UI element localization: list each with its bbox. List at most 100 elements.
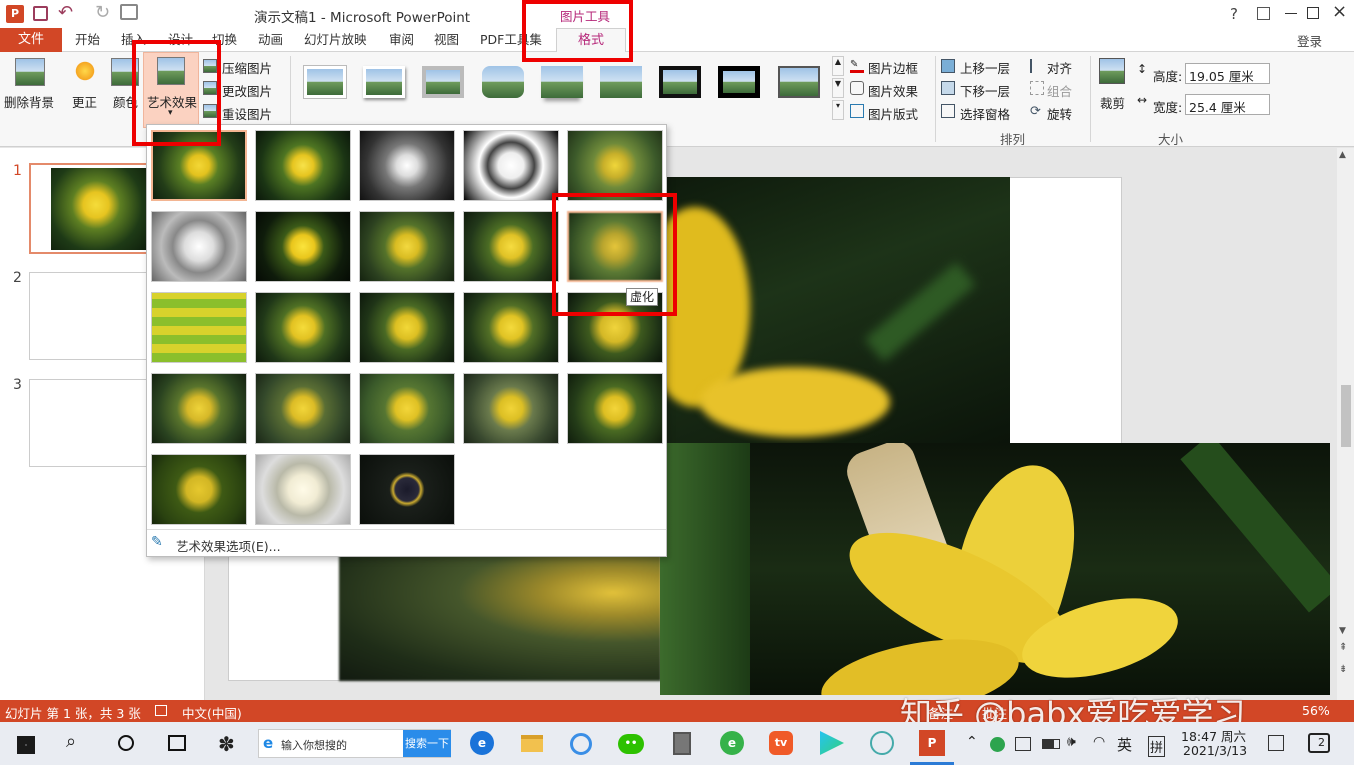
artistic-effect-option[interactable] bbox=[151, 292, 247, 363]
artistic-effect-option[interactable] bbox=[359, 130, 455, 201]
picture-style-5[interactable] bbox=[541, 66, 583, 98]
styles-more-icon[interactable]: ▾ bbox=[832, 100, 844, 120]
scroll-down-icon[interactable]: ▼ bbox=[1339, 626, 1346, 636]
crop-button[interactable]: 裁剪 bbox=[1100, 93, 1125, 112]
tray-app-icon[interactable] bbox=[990, 737, 1005, 752]
tab-view[interactable]: 视图 bbox=[434, 30, 459, 50]
tab-slideshow[interactable]: 幻灯片放映 bbox=[304, 30, 367, 50]
picture-style-3[interactable] bbox=[422, 66, 464, 98]
redo-icon[interactable]: ↻ bbox=[95, 2, 110, 23]
windows-start-icon[interactable] bbox=[17, 736, 35, 754]
network-app-icon[interactable] bbox=[870, 731, 894, 755]
clock-date[interactable]: 2021/3/13 bbox=[1183, 743, 1247, 758]
group-button[interactable]: 组合 bbox=[1047, 81, 1072, 100]
align-button[interactable]: 对齐 bbox=[1047, 58, 1072, 77]
artistic-effect-option[interactable] bbox=[151, 211, 247, 282]
artistic-effect-option[interactable] bbox=[359, 373, 455, 444]
signin-link[interactable]: 登录 bbox=[1297, 31, 1322, 50]
battery-icon[interactable] bbox=[1042, 739, 1060, 749]
tab-file[interactable]: 文件 bbox=[0, 28, 62, 52]
remove-background-button[interactable]: 删除背景 bbox=[4, 92, 54, 111]
cortana-icon[interactable] bbox=[118, 735, 134, 751]
width-input[interactable]: 25.4 厘米 bbox=[1185, 94, 1270, 115]
previous-slide-icon[interactable]: ⇞ bbox=[1339, 642, 1347, 653]
artistic-effect-option[interactable] bbox=[463, 292, 559, 363]
picture-style-7[interactable] bbox=[659, 66, 701, 98]
slide-thumbnail-1[interactable] bbox=[29, 163, 153, 254]
tray-chevron-up-icon[interactable]: ⌃ bbox=[966, 734, 978, 750]
task-view-icon[interactable] bbox=[168, 735, 186, 751]
slide-thumbnail-3[interactable] bbox=[29, 379, 153, 467]
reset-picture-button[interactable]: 重设图片 bbox=[222, 104, 272, 123]
undo-icon[interactable]: ↶ bbox=[58, 2, 73, 23]
slide-thumbnail-2[interactable] bbox=[29, 272, 153, 360]
corrections-button[interactable]: 更正 bbox=[72, 92, 97, 111]
tab-animations[interactable]: 动画 bbox=[258, 30, 283, 50]
send-backward-button[interactable]: 下移一层 bbox=[960, 81, 1010, 100]
edge-icon[interactable]: e bbox=[470, 731, 494, 755]
wifi-icon[interactable]: ◠ bbox=[1093, 734, 1105, 750]
artistic-effect-option[interactable] bbox=[359, 211, 455, 282]
help-button[interactable]: ? bbox=[1230, 5, 1238, 23]
artistic-effect-option[interactable] bbox=[151, 373, 247, 444]
browser-search-box[interactable]: e 输入你想搜的 搜索一下 bbox=[258, 729, 451, 758]
artistic-effect-option[interactable] bbox=[567, 130, 663, 201]
ime-language-indicator[interactable]: 英 bbox=[1117, 734, 1132, 755]
compress-pictures-button[interactable]: 压缩图片 bbox=[222, 58, 272, 77]
language-indicator[interactable]: 中文(中国) bbox=[182, 703, 242, 722]
artistic-effect-option[interactable] bbox=[255, 292, 351, 363]
artistic-effect-option[interactable] bbox=[463, 211, 559, 282]
file-explorer-icon[interactable] bbox=[521, 735, 543, 752]
browser-green-icon[interactable]: e bbox=[720, 731, 744, 755]
picture-style-8[interactable] bbox=[718, 66, 760, 98]
ime-pinyin-indicator[interactable]: 拼 bbox=[1148, 736, 1166, 757]
blurred-photo-top[interactable] bbox=[660, 177, 1010, 443]
scroll-up-icon[interactable]: ▲ bbox=[1339, 150, 1346, 160]
styles-scroll-up-icon[interactable]: ▲ bbox=[832, 56, 844, 76]
volume-icon[interactable]: 🕪 bbox=[1067, 734, 1076, 750]
next-slide-icon[interactable]: ⇟ bbox=[1339, 664, 1347, 675]
artistic-effect-option[interactable] bbox=[255, 454, 351, 525]
picture-style-6[interactable] bbox=[600, 66, 642, 98]
selection-pane-button[interactable]: 选择窗格 bbox=[960, 104, 1010, 123]
scroll-thumb[interactable] bbox=[1341, 385, 1351, 447]
tray-notes-icon[interactable] bbox=[1268, 735, 1284, 751]
search-input[interactable]: 输入你想搜的 bbox=[281, 737, 347, 753]
artistic-effect-option[interactable] bbox=[567, 373, 663, 444]
artistic-effect-option[interactable] bbox=[151, 454, 247, 525]
spellcheck-icon[interactable] bbox=[155, 705, 167, 716]
picture-layout-button[interactable]: 图片版式 bbox=[868, 104, 918, 123]
picture-effects-button[interactable]: 图片效果 bbox=[868, 81, 918, 100]
styles-scroll-down-icon[interactable]: ▼ bbox=[832, 78, 844, 98]
rotate-button[interactable]: 旋转 bbox=[1047, 104, 1072, 123]
change-picture-button[interactable]: 更改图片 bbox=[222, 81, 272, 100]
search-button[interactable]: 搜索一下 bbox=[403, 730, 451, 757]
start-from-beginning-icon[interactable] bbox=[120, 4, 138, 20]
artistic-effects-options-item[interactable]: 艺术效果选项(E)... bbox=[176, 536, 281, 555]
artistic-effect-option[interactable] bbox=[359, 292, 455, 363]
wechat-icon[interactable]: •• bbox=[618, 734, 644, 754]
save-icon[interactable] bbox=[33, 6, 48, 21]
close-button[interactable]: × bbox=[1332, 1, 1347, 22]
zoom-level[interactable]: 56% bbox=[1302, 703, 1330, 718]
ribbon-display-options-icon[interactable] bbox=[1257, 7, 1270, 20]
artistic-effect-option[interactable] bbox=[463, 373, 559, 444]
notification-center-icon[interactable]: 2 bbox=[1308, 733, 1330, 753]
picture-style-1[interactable] bbox=[304, 66, 346, 98]
artistic-effect-option[interactable] bbox=[255, 130, 351, 201]
picture-border-button[interactable]: 图片边框 bbox=[868, 58, 918, 77]
picture-style-2[interactable] bbox=[363, 66, 405, 98]
artistic-effect-option[interactable] bbox=[463, 130, 559, 201]
app-icon-blue-dots[interactable] bbox=[570, 733, 592, 755]
bring-forward-button[interactable]: 上移一层 bbox=[960, 58, 1010, 77]
artistic-effect-option[interactable] bbox=[255, 373, 351, 444]
height-input[interactable]: 19.05 厘米 bbox=[1185, 63, 1270, 84]
video-app-icon[interactable]: tv bbox=[769, 731, 793, 755]
lily-photo-main[interactable] bbox=[660, 443, 1330, 695]
calculator-icon[interactable] bbox=[673, 732, 691, 755]
tray-screenshot-icon[interactable] bbox=[1015, 737, 1031, 751]
picture-style-9[interactable] bbox=[778, 66, 820, 98]
powerpoint-taskbar-icon[interactable]: P bbox=[919, 730, 945, 756]
picture-style-4[interactable] bbox=[482, 66, 524, 98]
maximize-button[interactable] bbox=[1307, 7, 1319, 19]
